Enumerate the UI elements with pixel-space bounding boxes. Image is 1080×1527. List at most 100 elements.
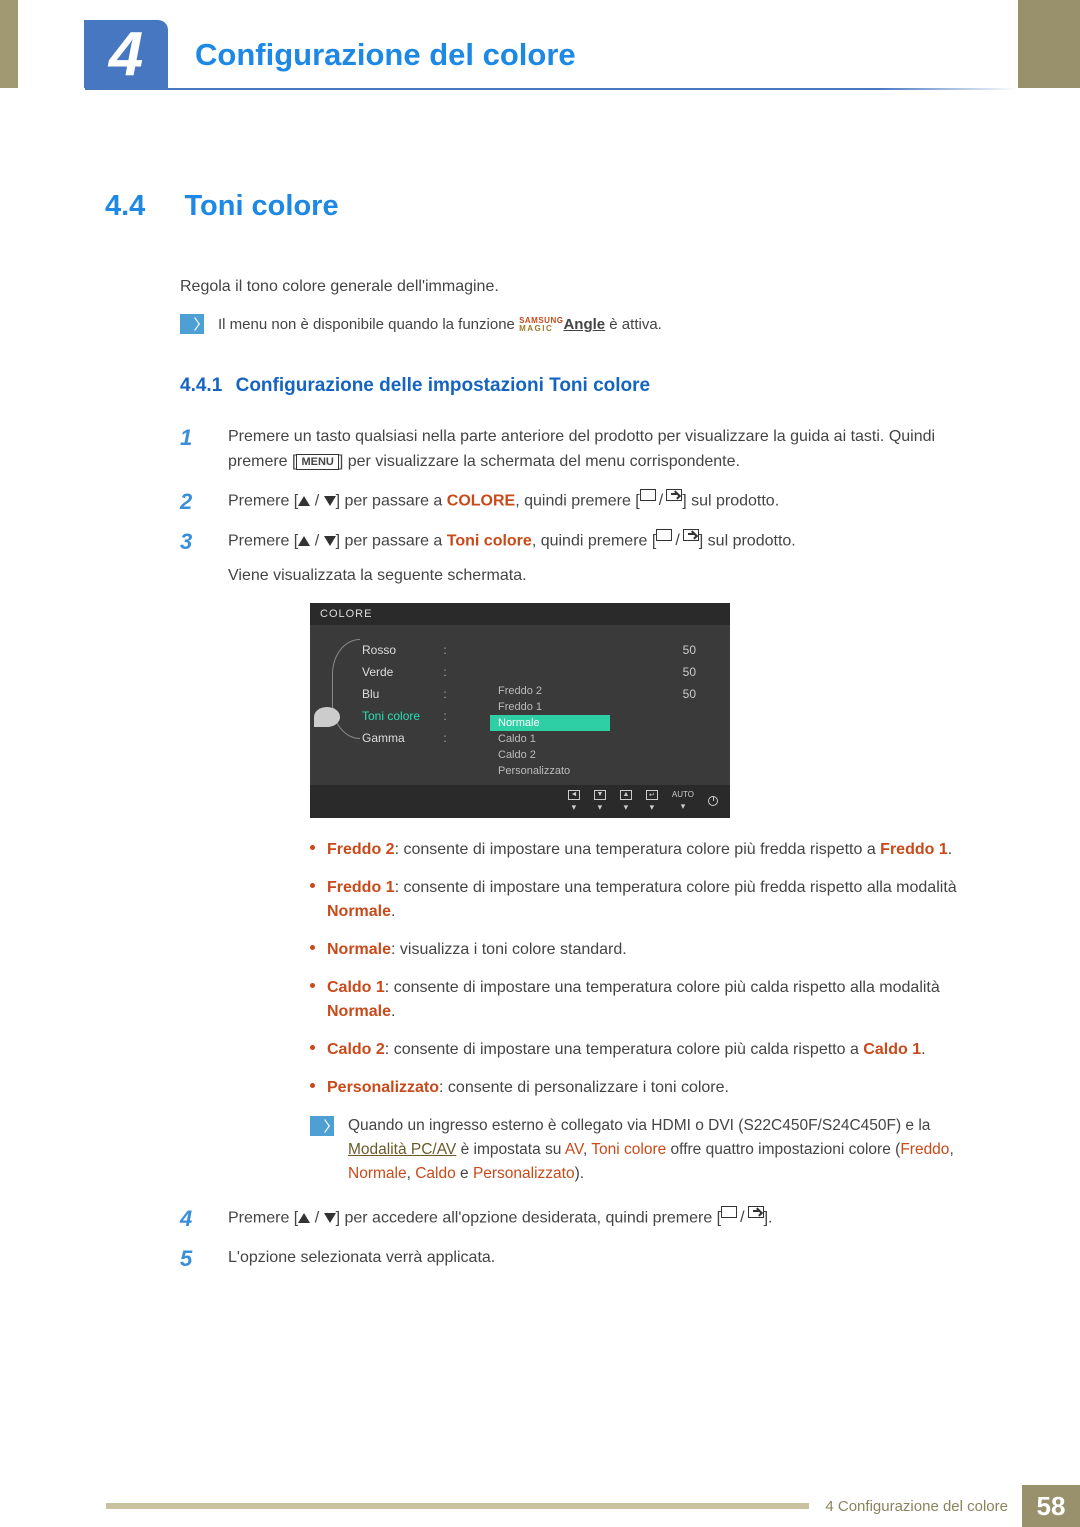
footer-text: 4 Configurazione del colore (825, 1498, 1008, 1515)
step-1-text: Premere un tasto qualsiasi nella parte a… (228, 425, 990, 475)
step-4-text: Premere [ / ] per accedere all'opzione d… (228, 1206, 772, 1231)
t: , quindi premere [ (532, 532, 657, 549)
chapter-number-badge: 4 (84, 20, 168, 88)
step-2-text: Premere [ / ] per passare a COLORE, quin… (228, 489, 779, 514)
step-5-text: L'opzione selezionata verrà applicata. (228, 1246, 495, 1271)
osd-auto-label: AUTO▾ (672, 790, 694, 812)
angle-label: Angle (563, 316, 605, 333)
hl: Freddo (900, 1141, 949, 1158)
subsection-title: Configurazione delle impostazioni Toni c… (236, 375, 651, 396)
source-enter-icon: / (656, 529, 698, 554)
triangle-down-icon (324, 1213, 336, 1223)
step-1: 1 Premere un tasto qualsiasi nella parte… (180, 425, 990, 475)
t: ] sul prodotto. (699, 532, 796, 549)
osd-up-icon: ▲▾ (620, 790, 632, 813)
bullet-freddo2: Freddo 2: consente di impostare una temp… (310, 838, 990, 862)
n: Freddo 1 (327, 879, 395, 896)
step-3-cont: Viene visualizzata la seguente schermata… (228, 564, 796, 589)
osd-body: Rosso:50 Verde:50 Blu:50 Toni colore: Ga… (310, 625, 730, 785)
samsung-magic-logo: SAMSUNGMAGIC (519, 317, 563, 333)
n: Freddo 2 (327, 841, 395, 858)
osd-back-icon: ◄▾ (568, 790, 580, 813)
t: : consente di impostare una temperatura … (385, 979, 940, 996)
step-number: 1 (180, 425, 208, 451)
osd-sub-item: Caldo 2 (490, 747, 610, 763)
link-modalita-pc-av: Modalità PC/AV (348, 1141, 456, 1158)
step-4: 4 Premere [ / ] per accedere all'opzione… (180, 1206, 990, 1232)
step-5: 5 L'opzione selezionata verrà applicata. (180, 1246, 990, 1272)
section-heading: 4.4 Toni colore (105, 190, 990, 223)
subsection-number: 4.4.1 (180, 375, 222, 396)
t: ] per passare a (336, 532, 447, 549)
t: ]. (764, 1209, 773, 1226)
hl: Toni colore (591, 1141, 666, 1158)
intro-text: Regola il tono colore generale dell'imma… (180, 278, 990, 296)
osd-sub-item: Caldo 1 (490, 731, 610, 747)
subsection-heading: 4.4.1 Configurazione delle impostazioni … (180, 375, 990, 397)
t: . (921, 1041, 925, 1058)
step-number: 2 (180, 489, 208, 515)
t: Premere [ (228, 1209, 298, 1226)
t: : consente di personalizzare i toni colo… (439, 1079, 729, 1096)
hl: AV (565, 1141, 583, 1158)
r: Caldo 1 (863, 1041, 921, 1058)
palette-icon (314, 707, 340, 727)
triangle-up-icon (298, 496, 310, 506)
chapter-title: Configurazione del colore (195, 37, 576, 73)
bullet-caldo1: Caldo 1: consente di impostare una tempe… (310, 976, 990, 1024)
note-icon (180, 314, 204, 334)
bottom-note: Quando un ingresso esterno è collegato v… (310, 1114, 990, 1186)
osd-sub-item-active: Normale (490, 715, 610, 731)
source-enter-icon: / (640, 489, 682, 514)
t: Premere [ (228, 492, 298, 509)
step-3-text: Premere [ / ] per passare a Toni colore,… (228, 529, 796, 589)
section-title: Toni colore (184, 190, 338, 222)
right-decor-band (1018, 0, 1080, 88)
t: : consente di impostare una temperatura … (385, 1041, 864, 1058)
r: Normale (327, 903, 391, 920)
step-number: 5 (180, 1246, 208, 1272)
t: , (407, 1165, 416, 1182)
left-decor-band (0, 0, 18, 88)
n: Normale (327, 941, 391, 958)
target-label: COLORE (447, 492, 515, 509)
n: Caldo 1 (327, 979, 385, 996)
page-number-badge: 58 (1022, 1485, 1080, 1527)
step-2: 2 Premere [ / ] per passare a COLORE, qu… (180, 489, 990, 515)
bullet-dot-icon (310, 883, 315, 888)
triangle-up-icon (298, 536, 310, 546)
bullet-dot-icon (310, 1083, 315, 1088)
bullet-caldo2: Caldo 2: consente di impostare una tempe… (310, 1038, 990, 1062)
step-number: 4 (180, 1206, 208, 1232)
t: : consente di impostare una temperatura … (395, 841, 881, 858)
source-enter-icon: / (721, 1206, 763, 1231)
osd-power-icon (708, 796, 718, 806)
note-icon (310, 1116, 334, 1136)
t: e (456, 1165, 473, 1182)
v: 50 (454, 643, 714, 657)
note-before: Il menu non è disponibile quando la funz… (218, 316, 519, 333)
bullet-freddo1: Freddo 1: consente di impostare una temp… (310, 876, 990, 924)
bullet-normale: Normale: visualizza i toni colore standa… (310, 938, 990, 962)
osd-title: COLORE (310, 603, 730, 625)
triangle-down-icon (324, 496, 336, 506)
steps-list: 1 Premere un tasto qualsiasi nella parte… (180, 425, 990, 1272)
hl: Personalizzato (473, 1165, 575, 1182)
triangle-up-icon (298, 1213, 310, 1223)
osd-row-rosso: Rosso:50 (326, 639, 714, 661)
t: ). (575, 1165, 584, 1182)
t: Quando un ingresso esterno è collegato v… (348, 1117, 930, 1134)
step-3: 3 Premere [ / ] per passare a Toni color… (180, 529, 990, 589)
t: ] sul prodotto. (682, 492, 779, 509)
page: 4 Configurazione del colore 4.4 Toni col… (0, 0, 1080, 1527)
t: . (391, 1003, 395, 1020)
t: ] per visualizzare la schermata del menu… (339, 453, 740, 470)
t: Premere [ (228, 532, 298, 549)
osd-sub-item: Personalizzato (490, 763, 610, 779)
bullet-dot-icon (310, 983, 315, 988)
content-area: 4.4 Toni colore Regola il tono colore ge… (105, 190, 990, 1286)
osd-footer: ◄▾ ▼▾ ▲▾ ↵▾ AUTO▾ (310, 785, 730, 818)
t: ] per passare a (336, 492, 447, 509)
r: Freddo 1 (880, 841, 948, 858)
v: 50 (454, 687, 714, 701)
